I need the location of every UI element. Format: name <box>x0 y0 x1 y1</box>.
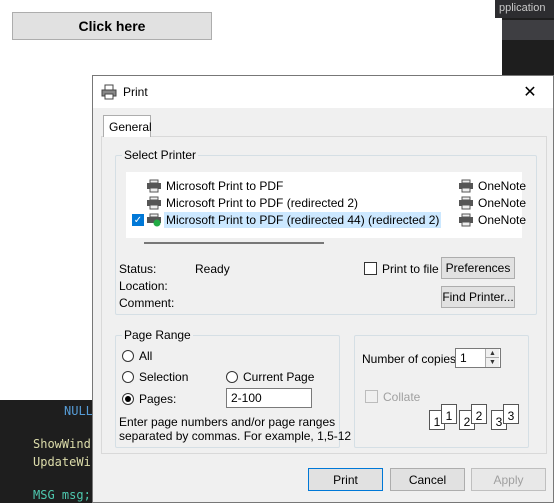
printer-item-pdf-redirected-44[interactable]: ✓ Microsoft Print to PDF (redirected 44)… <box>132 212 442 228</box>
copies-label: Number of copies: <box>362 352 460 366</box>
collate-page: 3 <box>503 404 519 424</box>
all-radio[interactable] <box>122 350 134 362</box>
selection-label[interactable]: Selection <box>139 370 188 384</box>
page-range-hint-line1: Enter page numbers and/or page ranges <box>119 415 336 429</box>
select-printer-legend: Select Printer <box>122 148 199 162</box>
close-icon: ✕ <box>523 84 537 101</box>
printer-name: Microsoft Print to PDF (redirected 2) <box>166 196 359 210</box>
default-printer-icon <box>147 213 161 227</box>
printer-name: OneNote <box>478 179 527 193</box>
printer-icon <box>459 196 473 210</box>
general-tab-panel: Select Printer Microsoft Print to PDF Mi… <box>101 136 547 454</box>
printer-item-pdf[interactable]: Microsoft Print to PDF <box>146 178 285 194</box>
printer-list-scrollbar[interactable] <box>144 242 324 244</box>
dialog-titlebar[interactable]: Print ✕ <box>93 76 553 108</box>
find-printer-button[interactable]: Find Printer... <box>441 286 515 308</box>
pages-label[interactable]: Pages: <box>139 392 176 406</box>
printer-item-onenote[interactable]: OneNote <box>458 178 528 194</box>
cancel-button[interactable]: Cancel <box>390 468 465 491</box>
collate-illustration: 1 1 2 2 3 3 <box>427 402 527 436</box>
tab-general[interactable]: General <box>103 115 152 137</box>
collate-page: 2 <box>471 404 487 424</box>
page-range-group: Page Range All Selection Current Page Pa… <box>115 328 351 448</box>
code-line-msg: MSG msg; <box>33 488 91 502</box>
collate-label[interactable]: Collate <box>383 390 420 404</box>
status-label: Status: <box>119 262 157 276</box>
apply-button[interactable]: Apply <box>471 468 546 491</box>
comment-label: Comment: <box>119 296 175 310</box>
printer-list[interactable]: Microsoft Print to PDF Microsoft Print t… <box>126 172 526 238</box>
print-to-file-label[interactable]: Print to file <box>382 262 439 276</box>
copies-spinner[interactable]: ▲ ▼ <box>485 349 499 367</box>
code-line-showwindow: ShowWind <box>33 437 91 451</box>
printer-icon <box>147 179 161 193</box>
copies-value: 1 <box>460 351 467 365</box>
printer-name: Microsoft Print to PDF <box>166 179 284 193</box>
current-page-label[interactable]: Current Page <box>243 370 314 384</box>
copies-group: Number of copies: 1 ▲ ▼ Collate 1 1 2 2 … <box>354 335 529 448</box>
printer-item-onenote[interactable]: OneNote <box>458 195 528 211</box>
background-toolbar-strip <box>502 20 554 40</box>
printer-item-onenote[interactable]: OneNote <box>458 212 528 228</box>
printer-name: OneNote <box>478 196 527 210</box>
print-button[interactable]: Print <box>308 468 383 491</box>
printer-icon <box>101 84 117 100</box>
printer-name: OneNote <box>478 213 527 227</box>
print-dialog: Print ✕ General Select Printer Microsoft… <box>92 75 554 503</box>
collate-checkbox[interactable] <box>365 390 378 403</box>
spin-up-icon[interactable]: ▲ <box>486 349 499 358</box>
click-here-button[interactable]: Click here <box>12 12 212 40</box>
printer-item-pdf-redirected-2[interactable]: Microsoft Print to PDF (redirected 2) <box>146 195 360 211</box>
code-line-updatewindow: UpdateWi <box>33 455 91 469</box>
location-label: Location: <box>119 279 168 293</box>
pages-radio[interactable] <box>122 393 134 405</box>
status-value: Ready <box>195 262 230 276</box>
current-page-radio[interactable] <box>226 371 238 383</box>
page-range-hint-line2: separated by commas. For example, 1,5-12 <box>119 429 352 443</box>
code-line-null: NULL <box>64 404 93 418</box>
pages-input[interactable]: 2-100 <box>226 388 312 408</box>
selected-check-icon: ✓ <box>132 214 144 226</box>
print-to-file-checkbox[interactable] <box>364 262 377 275</box>
all-label[interactable]: All <box>139 349 152 363</box>
printer-name: Microsoft Print to PDF (redirected 44) (… <box>164 212 442 228</box>
printer-icon <box>147 196 161 210</box>
preferences-button[interactable]: Preferences <box>441 257 515 279</box>
printer-icon <box>459 213 473 227</box>
printer-icon <box>459 179 473 193</box>
selection-radio[interactable] <box>122 371 134 383</box>
close-button[interactable]: ✕ <box>507 76 553 108</box>
select-printer-group: Select Printer Microsoft Print to PDF Mi… <box>115 148 537 315</box>
collate-page: 1 <box>441 404 457 424</box>
dialog-title: Print <box>123 85 148 99</box>
background-title-fragment: pplication <box>495 0 554 18</box>
page-range-legend: Page Range <box>122 328 193 342</box>
spin-down-icon[interactable]: ▼ <box>486 358 499 367</box>
